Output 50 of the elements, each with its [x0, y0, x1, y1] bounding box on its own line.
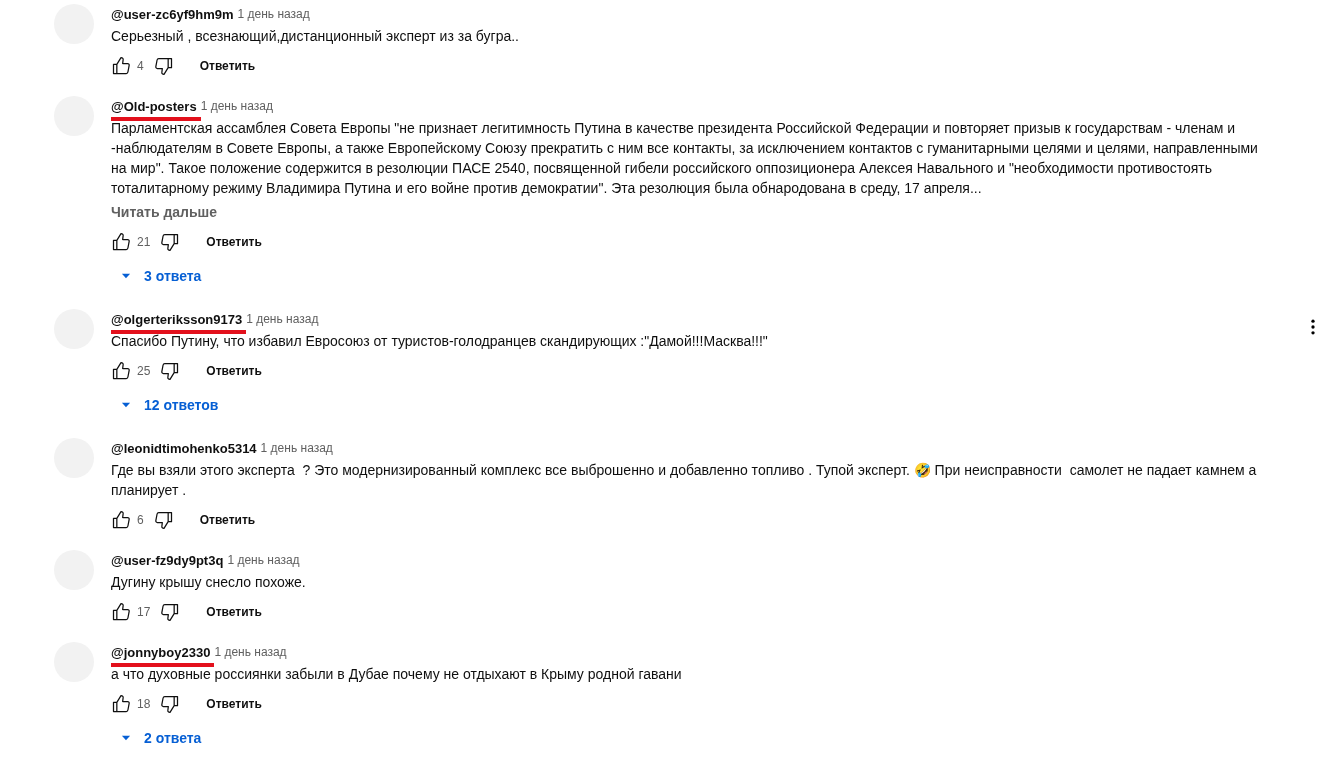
comment-time[interactable]: 1 день назад: [237, 7, 310, 21]
author-name[interactable]: @jonnyboy2330: [111, 644, 211, 660]
like-icon[interactable]: [111, 361, 131, 381]
comment-text: Парламентская ассамблея Совета Европы "не признает легитимность Путина в качестве президента Российской Федерации и повторяет призыв к государствам - членам и: [111, 119, 1236, 138]
comment-time[interactable]: 1 день назад: [214, 645, 287, 659]
replies-button[interactable]: 3 ответа: [115, 262, 206, 290]
dislike-icon[interactable]: [160, 232, 181, 252]
comment-time[interactable]: 1 день назад: [246, 312, 319, 326]
comment-text: а что духовные россиянки забыли в Дубае почему не отдыхают в Крыму родной гавани: [111, 665, 682, 684]
comment-text: тоталитарному режиму Владимира Путина и его войне против демократии". Эта резолюция была обнародована в среду, 17 апреля...: [111, 179, 982, 198]
author-name[interactable]: @Old-posters: [111, 98, 197, 114]
author-name[interactable]: @user-fz9dy9pt3q: [111, 552, 224, 568]
reply-button[interactable]: Ответить: [192, 229, 276, 255]
like-count: 17: [137, 605, 151, 619]
dislike-icon[interactable]: [160, 602, 181, 622]
comment-text: Дугину крышу снесло похоже.: [111, 573, 306, 592]
reply-button[interactable]: Ответить: [185, 507, 270, 533]
like-count: 25: [137, 364, 151, 378]
author-name[interactable]: @olgerteriksson9173: [111, 311, 243, 327]
comment-text: Где вы взяли этого эксперта ? Это модернизированный комплекс все выброшенно и добавленно топливо . Тупой эксперт. 🤣 При неисправности самолет не падает камнем а: [111, 461, 1257, 480]
like-icon[interactable]: [111, 510, 131, 530]
author-name[interactable]: @leonidtimohenko5314: [111, 440, 257, 456]
comment-time[interactable]: 1 день назад: [200, 99, 273, 113]
like-count: 4: [137, 59, 144, 73]
like-icon[interactable]: [111, 694, 131, 714]
like-icon[interactable]: [111, 232, 131, 252]
dislike-icon[interactable]: [160, 694, 181, 714]
dislike-icon[interactable]: [160, 361, 181, 381]
like-icon[interactable]: [111, 56, 131, 76]
comment-text: Спасибо Путину, что избавил Евросоюз от туристов-голодранцев скандирующих :"Дамой!!!Масква!!!": [111, 332, 768, 351]
like-count: 6: [137, 513, 144, 527]
dislike-icon[interactable]: [153, 56, 174, 76]
replies-button[interactable]: 2 ответа: [115, 724, 206, 752]
replies-button[interactable]: 12 ответов: [115, 391, 223, 419]
reply-button[interactable]: Ответить: [192, 599, 276, 625]
comment-text: Серьезный , всезнающий,дистанционный эксперт из за бугра..: [111, 27, 519, 46]
comment-text: -наблюдателям в Совете Европы, а также Европейскому Союзу прекратить с ним все контакты, за исключением контактов с гуманитарными целями и целями, направленными: [111, 139, 1258, 158]
like-count: 21: [137, 235, 151, 249]
comment-text: на мир". Такое положение содержится в резолюции ПАСЕ 2540, посвященной гибели российского оппозиционера Алексея Навального и "необходимости противостоять: [111, 159, 1213, 178]
reply-button[interactable]: Ответить: [185, 53, 270, 79]
comment-text: планирует .: [111, 481, 187, 500]
like-icon[interactable]: [111, 602, 131, 622]
comment-time[interactable]: 1 день назад: [227, 553, 300, 567]
reply-button[interactable]: Ответить: [192, 691, 276, 717]
like-count: 18: [137, 697, 151, 711]
reply-button[interactable]: Ответить: [192, 358, 276, 384]
author-name[interactable]: @user-zc6yf9hm9m: [111, 6, 234, 22]
comment-time[interactable]: 1 день назад: [260, 441, 333, 455]
read-more-link[interactable]: Читать дальше: [111, 202, 218, 222]
dislike-icon[interactable]: [153, 510, 174, 530]
